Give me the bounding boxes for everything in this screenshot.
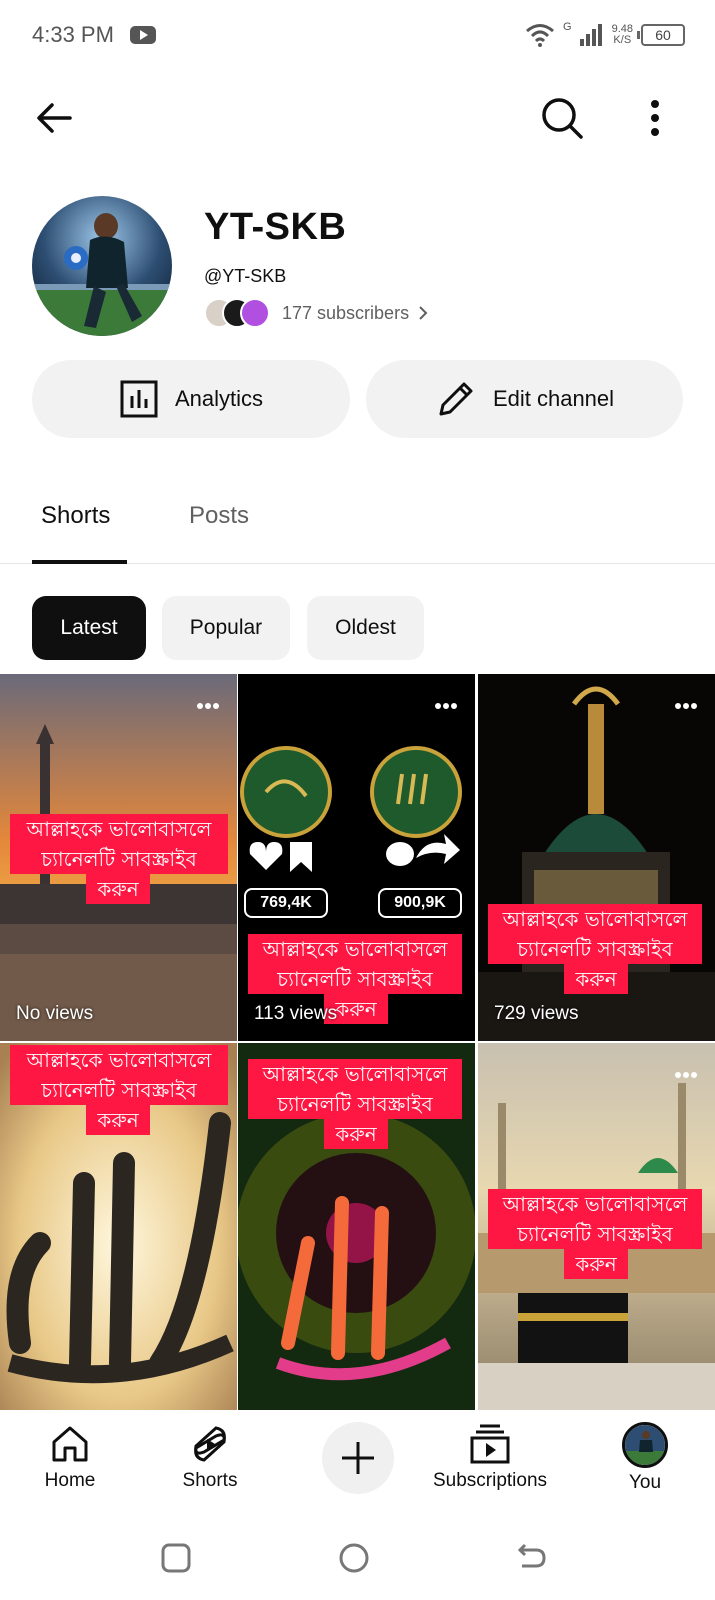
signal-icon <box>579 24 602 46</box>
analytics-button[interactable]: Analytics <box>32 360 350 438</box>
banner-line: করুন <box>97 1108 139 1132</box>
home-icon <box>52 1426 88 1462</box>
nav-subscriptions[interactable]: Subscriptions <box>420 1422 560 1492</box>
network-speed: 9.48 K/S <box>612 24 633 46</box>
bottom-nav: Home Shorts Subscriptions You <box>0 1410 715 1510</box>
battery-icon: 60 <box>637 24 685 46</box>
short-more-icon[interactable] <box>675 696 703 709</box>
subscribers-row[interactable]: 177 subscribers <box>204 296 431 330</box>
banner-line: আল্লাহকে ভালোবাসলে <box>262 1062 448 1086</box>
tab-shorts[interactable]: Shorts <box>41 502 110 530</box>
status-bar: 4:33 PM G 9.48 K/S 60 <box>0 0 715 72</box>
short-thumbnail[interactable]: আল্লাহকে ভালোবাসলে চ্যানেলটি সাবস্ক্রাইব… <box>0 1043 237 1410</box>
banner-line: আল্লাহকে ভালোবাসলে <box>26 817 212 841</box>
banner-line: চ্যানেলটি সাবস্ক্রাইব <box>517 937 673 961</box>
short-banner-tail: করুন <box>86 874 150 904</box>
chevron-right-icon <box>419 306 428 320</box>
channel-name: YT-SKB <box>204 206 347 248</box>
banner-line: চ্যানেলটি সাবস্ক্রাইব <box>277 967 433 991</box>
nav-you[interactable]: You <box>575 1422 715 1494</box>
short-views: 729 views <box>494 1003 579 1024</box>
banner-line: আল্লাহকে ভালোবাসলে <box>502 907 688 931</box>
home-circle-icon[interactable] <box>334 1538 374 1578</box>
banner-line: করুন <box>575 967 617 991</box>
short-banner: আল্লাহকে ভালোবাসলে চ্যানেলটি সাবস্ক্রাইব <box>248 934 462 994</box>
subscriber-avatar <box>240 298 270 328</box>
channel-avatar[interactable] <box>32 196 172 336</box>
short-thumbnail[interactable]: আল্লাহকে ভালোবাসলে চ্যানেলটি সাবস্ক্রাইব… <box>238 1043 475 1410</box>
nav-you-label: You <box>628 1472 662 1493</box>
wifi-icon <box>526 24 554 47</box>
chip-oldest[interactable]: Oldest <box>307 596 424 660</box>
short-banner-tail: করুন <box>564 1249 628 1279</box>
speed-unit: K/S <box>613 34 632 46</box>
nav-shorts-label: Shorts <box>182 1470 238 1491</box>
nav-shorts[interactable]: Shorts <box>140 1422 280 1492</box>
nav-home[interactable]: Home <box>0 1422 140 1492</box>
shares-counter: 900,9K <box>378 888 462 918</box>
top-nav <box>0 80 715 152</box>
subscriptions-icon <box>470 1424 510 1464</box>
banner-line: চ্যানেলটি সাবস্ক্রাইব <box>41 847 197 871</box>
short-thumbnail[interactable]: আল্লাহকে ভালোবাসলে চ্যানেলটি সাবস্ক্রাইব… <box>0 674 237 1041</box>
banner-line: চ্যানেলটি সাবস্ক্রাইব <box>517 1222 673 1246</box>
channel-tabs: Shorts Posts <box>0 476 715 564</box>
create-button[interactable] <box>322 1422 394 1494</box>
shorts-icon <box>194 1426 226 1462</box>
likes-counter: 769,4K <box>244 888 328 918</box>
short-thumbnail[interactable]: আল্লাহকে ভালোবাসলে চ্যানেলটি সাবস্ক্রাইব… <box>478 674 715 1041</box>
you-avatar <box>622 1422 668 1468</box>
pencil-icon <box>439 382 473 416</box>
more-vertical-icon[interactable] <box>640 94 670 142</box>
banner-line: আল্লাহকে ভালোবাসলে <box>26 1048 212 1072</box>
banner-line: আল্লাহকে ভালোবাসলে <box>502 1192 688 1216</box>
banner-line: চ্যানেলটি সাবস্ক্রাইব <box>41 1078 197 1102</box>
analytics-label: Analytics <box>174 386 264 411</box>
short-views: No views <box>16 1003 94 1024</box>
banner-line: করুন <box>335 1122 377 1146</box>
short-banner: আল্লাহকে ভালোবাসলে চ্যানেলটি সাবস্ক্রাইব <box>488 904 702 964</box>
short-views: 113 views <box>254 1003 338 1024</box>
edit-channel-button[interactable]: Edit channel <box>366 360 683 438</box>
chip-popular[interactable]: Popular <box>162 596 290 660</box>
analytics-icon <box>120 380 158 418</box>
system-navigation <box>0 1520 715 1600</box>
chip-latest[interactable]: Latest <box>32 596 146 660</box>
short-banner-tail: করুন <box>86 1105 150 1135</box>
status-time: 4:33 PM <box>32 22 114 47</box>
short-more-icon[interactable] <box>197 696 225 709</box>
tab-indicator <box>32 560 127 564</box>
nav-subscriptions-label: Subscriptions <box>432 1470 548 1491</box>
nav-home-label: Home <box>44 1470 96 1491</box>
network-type: G <box>563 21 572 33</box>
short-thumbnail[interactable]: আল্লাহকে ভালোবাসলে চ্যানেলটি সাবস্ক্রাইব… <box>478 1043 715 1410</box>
tab-posts[interactable]: Posts <box>189 502 249 530</box>
subscriber-count: 177 subscribers <box>282 302 410 323</box>
short-thumbnail[interactable]: 769,4K 900,9K আল্লাহকে ভালোবাসলে চ্যানেল… <box>238 674 475 1041</box>
short-banner: আল্লাহকে ভালোবাসলে চ্যানেলটি সাবস্ক্রাইব <box>10 814 228 874</box>
short-banner-tail: করুন <box>324 1119 388 1149</box>
short-more-icon[interactable] <box>675 1065 703 1078</box>
recents-icon[interactable] <box>156 1538 196 1578</box>
shorts-grid: আল্লাহকে ভালোবাসলে চ্যানেলটি সাবস্ক্রাইব… <box>0 674 715 1410</box>
short-banner-tail: করুন <box>564 964 628 994</box>
system-back-icon[interactable] <box>510 1538 550 1578</box>
back-arrow-icon[interactable] <box>30 94 78 142</box>
short-banner: আল্লাহকে ভালোবাসলে চ্যানেলটি সাবস্ক্রাইব <box>488 1189 702 1249</box>
plus-icon <box>342 1442 374 1474</box>
banner-line: করুন <box>575 1252 617 1276</box>
banner-line: চ্যানেলটি সাবস্ক্রাইব <box>277 1092 433 1116</box>
short-banner: আল্লাহকে ভালোবাসলে চ্যানেলটি সাবস্ক্রাইব <box>10 1045 228 1105</box>
banner-line: করুন <box>97 877 139 901</box>
edit-channel-label: Edit channel <box>492 386 615 411</box>
short-more-icon[interactable] <box>435 696 463 709</box>
channel-handle: @YT-SKB <box>204 266 287 286</box>
short-banner: আল্লাহকে ভালোবাসলে চ্যানেলটি সাবস্ক্রাইব <box>248 1059 462 1119</box>
banner-line: আল্লাহকে ভালোবাসলে <box>262 937 448 961</box>
youtube-notification-icon <box>130 26 156 44</box>
search-icon[interactable] <box>538 94 586 142</box>
status-icons: G 9.48 K/S 60 <box>525 20 685 50</box>
